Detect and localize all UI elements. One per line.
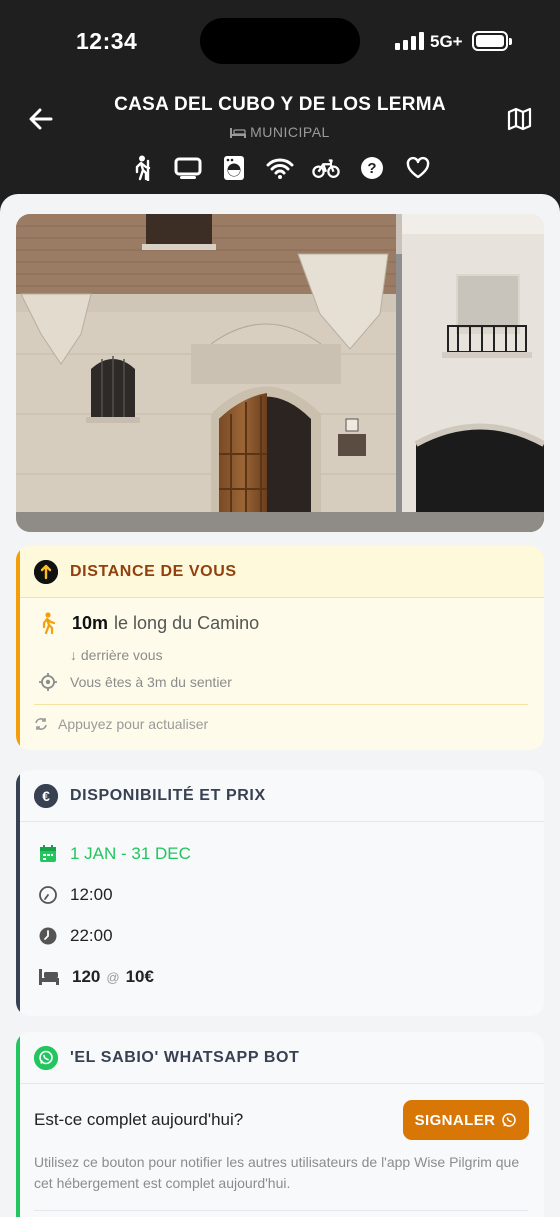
- wifi-icon: [266, 154, 294, 182]
- refresh-label: Appuyez pour actualiser: [58, 716, 209, 732]
- dynamic-island: [200, 18, 360, 64]
- question-label: Est-ce complet aujourd'hui?: [34, 1110, 244, 1129]
- refresh-button[interactable]: Appuyez pour actualiser: [34, 716, 208, 732]
- report-button[interactable]: SIGNALER: [403, 1100, 529, 1140]
- whatsapp-card-title: 'EL SABIO' WHATSAPP BOT: [70, 1048, 300, 1066]
- status-time: 12:34: [76, 28, 138, 54]
- walking-icon: [128, 154, 156, 182]
- accommodation-photo[interactable]: [16, 214, 544, 532]
- bed-icon: [230, 128, 247, 139]
- card-accent-bar: [16, 1032, 20, 1217]
- whatsapp-icon: [501, 1112, 517, 1128]
- availability-card: € DISPONIBILITÉ ET PRIX 1 JAN - 31 DEC 1…: [16, 770, 544, 1016]
- header: CASA DEL CUBO Y DE LOS LERMA MUNICIPAL ?: [0, 84, 560, 194]
- map-button[interactable]: [502, 102, 536, 136]
- svg-text:?: ?: [367, 160, 376, 177]
- subtitle-label: MUNICIPAL: [250, 124, 330, 140]
- path-info-row: Vous êtes à 3m du sentier: [38, 672, 232, 692]
- content-area[interactable]: DISTANCE DE VOUS 10m le long du Camino ↓…: [0, 194, 560, 1217]
- svg-text:€: €: [42, 788, 50, 804]
- distance-card-title: DISTANCE DE VOUS: [70, 562, 237, 580]
- washing-machine-icon: [220, 154, 248, 182]
- report-button-label: SIGNALER: [414, 1111, 496, 1129]
- signal-icon: [395, 32, 424, 50]
- path-info-text: Vous êtes à 3m du sentier: [70, 674, 232, 690]
- direction-text: ↓ derrière vous: [70, 647, 163, 663]
- distance-card-header: DISTANCE DE VOUS: [16, 546, 544, 598]
- clock-filled-icon: [38, 926, 58, 946]
- walking-icon: [38, 612, 62, 635]
- bed-icon: [38, 968, 60, 986]
- divider: [34, 1210, 528, 1211]
- distance-suffix: le long du Camino: [114, 612, 260, 633]
- amenities-bar: ?: [0, 154, 560, 182]
- price: 10€: [125, 967, 154, 986]
- bicycle-icon: [312, 154, 340, 182]
- status-bar: 12:34 5G+: [0, 0, 560, 84]
- beds-count: 120: [72, 967, 101, 986]
- open-time-row: 12:00: [38, 885, 113, 905]
- divider: [34, 704, 528, 705]
- whatsapp-card: 'EL SABIO' WHATSAPP BOT Est-ce complet a…: [16, 1032, 544, 1217]
- accommodation-type: MUNICIPAL: [0, 124, 560, 140]
- close-time-row: 22:00: [38, 926, 113, 946]
- network-label: 5G+: [430, 32, 463, 51]
- distance-row: 10m le long du Camino: [38, 612, 260, 635]
- map-icon: [507, 107, 532, 131]
- heart-icon[interactable]: [404, 154, 432, 182]
- open-time: 12:00: [70, 885, 113, 904]
- whatsapp-icon: [34, 1045, 58, 1070]
- arrow-up-icon: [34, 559, 58, 584]
- availability-card-header: € DISPONIBILITÉ ET PRIX: [16, 770, 544, 822]
- clock-outline-icon: [38, 885, 58, 905]
- whatsapp-description: Utilisez ce bouton pour notifier les aut…: [34, 1154, 520, 1191]
- availability-card-title: DISPONIBILITÉ ET PRIX: [70, 786, 266, 804]
- crosshair-icon: [38, 672, 58, 692]
- battery-icon: [472, 31, 512, 51]
- question-text: Est-ce complet aujourd'hui?: [34, 1110, 243, 1130]
- tv-icon: [174, 154, 202, 182]
- euro-icon: €: [34, 783, 58, 808]
- distance-card[interactable]: DISTANCE DE VOUS 10m le long du Camino ↓…: [16, 546, 544, 750]
- page-title: CASA DEL CUBO Y DE LOS LERMA: [114, 94, 446, 115]
- calendar-icon: [38, 844, 58, 864]
- dates-row: 1 JAN - 31 DEC: [38, 844, 191, 864]
- beds-price-row: 120 @ 10€: [38, 967, 154, 987]
- help-icon[interactable]: ?: [358, 154, 386, 182]
- whatsapp-card-header: 'EL SABIO' WHATSAPP BOT: [16, 1032, 544, 1084]
- close-time: 22:00: [70, 926, 113, 945]
- card-accent-bar: [16, 770, 20, 1016]
- refresh-icon: [34, 717, 48, 731]
- at-sign: @: [106, 969, 120, 985]
- distance-value: 10m: [72, 612, 109, 633]
- card-accent-bar: [16, 546, 20, 750]
- dates-text: 1 JAN - 31 DEC: [70, 844, 191, 863]
